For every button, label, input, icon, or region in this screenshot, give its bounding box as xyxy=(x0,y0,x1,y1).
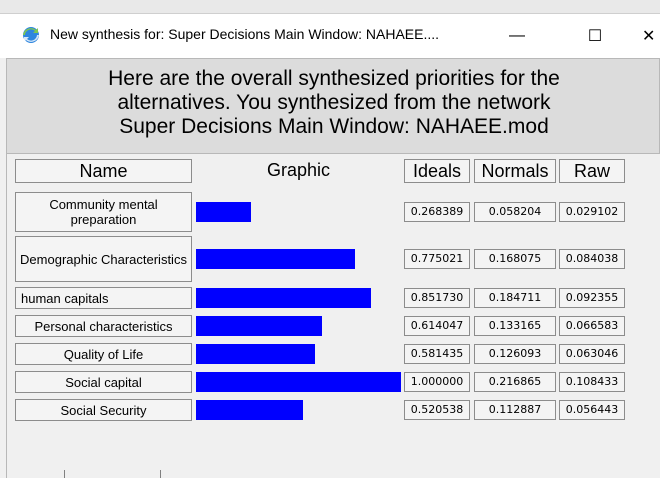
title-bar[interactable]: New synthesis for: Super Decisions Main … xyxy=(0,13,660,58)
raw-value: 0.084038 xyxy=(559,249,625,269)
normals-value: 0.126093 xyxy=(474,344,556,364)
alternative-name: Demographic Characteristics xyxy=(15,236,192,282)
divider xyxy=(160,470,161,478)
column-header-graphic: Graphic xyxy=(266,160,331,180)
synthesis-window: New synthesis for: Super Decisions Main … xyxy=(0,0,660,478)
header-text: Here are the overall synthesized priorit… xyxy=(7,67,660,139)
maximize-icon: ☐ xyxy=(587,28,603,45)
header-line-1: Here are the overall synthesized priorit… xyxy=(108,67,560,90)
minimize-button[interactable]: — xyxy=(494,14,540,58)
ideals-value: 0.614047 xyxy=(404,316,470,336)
column-header-normals: Normals xyxy=(474,159,556,183)
alternative-name: human capitals xyxy=(15,287,192,309)
results-table: Name Graphic Ideals Normals Raw Communit… xyxy=(6,154,660,478)
alternative-name: Social Security xyxy=(15,399,192,421)
priority-bar xyxy=(196,372,401,392)
normals-value: 0.168075 xyxy=(474,249,556,269)
maximize-button[interactable]: ☐ xyxy=(572,14,618,58)
normals-value: 0.112887 xyxy=(474,400,556,420)
column-header-ideals: Ideals xyxy=(404,159,470,183)
ideals-value: 0.581435 xyxy=(404,344,470,364)
ideals-value: 0.775021 xyxy=(404,249,470,269)
raw-value: 0.108433 xyxy=(559,372,625,392)
app-icon xyxy=(23,27,39,43)
header-line-2: alternatives. You synthesized from the n… xyxy=(117,91,551,114)
normals-value: 0.058204 xyxy=(474,202,556,222)
ideals-value: 0.268389 xyxy=(404,202,470,222)
raw-value: 0.092355 xyxy=(559,288,625,308)
priority-bar xyxy=(196,249,355,269)
minimize-icon: — xyxy=(509,27,525,44)
raw-value: 0.066583 xyxy=(559,316,625,336)
priority-bar xyxy=(196,288,371,308)
window-title: New synthesis for: Super Decisions Main … xyxy=(50,26,440,42)
priority-bar xyxy=(196,400,303,420)
raw-value: 0.063046 xyxy=(559,344,625,364)
normals-value: 0.133165 xyxy=(474,316,556,336)
priority-bar xyxy=(196,316,322,336)
raw-value: 0.029102 xyxy=(559,202,625,222)
normals-value: 0.216865 xyxy=(474,372,556,392)
column-header-raw: Raw xyxy=(559,159,625,183)
normals-value: 0.184711 xyxy=(474,288,556,308)
ideals-value: 0.520538 xyxy=(404,400,470,420)
ideals-value: 0.851730 xyxy=(404,288,470,308)
priority-bar xyxy=(196,344,315,364)
alternative-name: Social capital xyxy=(15,371,192,393)
column-header-name: Name xyxy=(15,159,192,183)
raw-value: 0.056443 xyxy=(559,400,625,420)
close-icon: ✕ xyxy=(642,28,656,45)
synthesis-header: Here are the overall synthesized priorit… xyxy=(6,58,660,154)
background-strip xyxy=(0,0,660,13)
divider xyxy=(64,470,65,478)
alternative-name: Personal characteristics xyxy=(15,315,192,337)
close-button[interactable]: ✕ xyxy=(636,14,660,58)
alternative-name: Quality of Life xyxy=(15,343,192,365)
header-line-3: Super Decisions Main Window: NAHAEE.mod xyxy=(119,115,549,138)
ideals-value: 1.000000 xyxy=(404,372,470,392)
alternative-name: Community mental preparation xyxy=(15,192,192,232)
priority-bar xyxy=(196,202,251,222)
